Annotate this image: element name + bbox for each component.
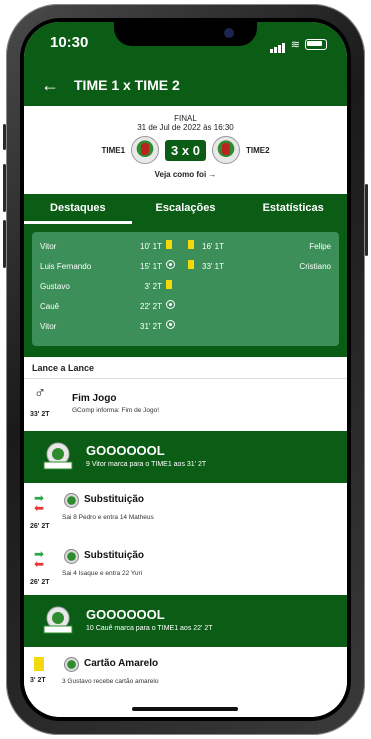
right-player: Felipe xyxy=(309,242,331,251)
left-time: 31' 2T xyxy=(140,322,162,331)
event-minute: 26' 2T xyxy=(30,523,50,530)
left-time: 10' 1T xyxy=(140,242,162,251)
team-badge-icon xyxy=(64,549,79,564)
away-team-badge xyxy=(211,136,240,164)
goal-title: GOOOOOOL xyxy=(86,607,165,622)
match-stage: FINAL xyxy=(174,114,197,123)
event-title: Cartão Amarelo xyxy=(84,658,159,669)
match-summary: FINAL 31 de Jul de 2022 às 16:30 TIME1 3… xyxy=(24,106,347,195)
app-bar: ← TIME 1 x TIME 2 xyxy=(24,64,347,106)
left-player: Luis Fernando xyxy=(40,262,92,271)
highlight-row: Cauê 22' 2T xyxy=(32,298,339,316)
volume-down-button xyxy=(3,220,6,268)
camera-icon xyxy=(224,28,234,38)
event-title: Substituição xyxy=(84,550,145,561)
tab-escalacoes[interactable]: Escalações xyxy=(132,194,240,224)
yellow-card-icon xyxy=(166,280,172,289)
goal-title: GOOOOOOL xyxy=(86,443,165,458)
right-player: Cristiano xyxy=(299,262,331,271)
event-minute: 33' 2T xyxy=(30,411,50,418)
volume-up-button xyxy=(3,164,6,212)
event-text: Sai 4 Isaque e entra 22 Yuri xyxy=(62,570,143,577)
substitution-icon: ➡ ⬅ xyxy=(34,547,45,571)
highlight-row: Gustavo 3' 2T xyxy=(32,278,339,296)
feed-item-goal[interactable]: GOOOOOOL 9 Vitor marca para o TIME1 aos … xyxy=(24,431,347,483)
feed-item-end[interactable]: ♂ 33' 2T Fim Jogo GComp informa: Fim de … xyxy=(24,379,347,432)
event-title: Substituição xyxy=(84,494,145,505)
home-team-badge xyxy=(131,136,160,164)
page-title: TIME 1 x TIME 2 xyxy=(74,77,180,93)
substitution-icon: ➡ ⬅ xyxy=(34,491,45,515)
right-time: 16' 1T xyxy=(202,242,224,251)
home-indicator[interactable] xyxy=(132,707,238,711)
yellow-card-icon xyxy=(188,240,194,249)
feed-header: Lance a Lance xyxy=(24,357,347,379)
highlights-card: Vitor 10' 1T 16' 1T Felipe Luis Fernando… xyxy=(32,232,339,346)
event-text: GComp informa: Fim de Jogo! xyxy=(72,407,160,414)
left-time: 22' 2T xyxy=(140,302,162,311)
home-team-name: TIME1 xyxy=(101,145,126,155)
app-screen: 10:30 ≋ ← TIME 1 x TIME 2 FINAL 31 de Ju… xyxy=(24,22,347,717)
away-team-name: TIME2 xyxy=(245,145,270,155)
battery-icon xyxy=(305,38,327,50)
feed-item-goal[interactable]: GOOOOOOL 10 Cauê marca para o TIME1 aos … xyxy=(24,595,347,647)
whistle-icon: ♂ xyxy=(34,385,46,402)
event-minute: 26' 2T xyxy=(30,579,50,586)
highlight-row: Luis Fernando 15' 1T 33' 1T Cristiano xyxy=(32,258,339,276)
wifi-icon: ≋ xyxy=(290,38,300,51)
highlight-row: Vitor 31' 2T xyxy=(32,318,339,336)
event-title: Fim Jogo xyxy=(72,393,117,404)
highlight-row: Vitor 10' 1T 16' 1T Felipe xyxy=(32,238,339,256)
yellow-card-icon xyxy=(188,260,194,269)
yellow-card-icon xyxy=(34,657,44,671)
left-player: Cauê xyxy=(40,302,60,311)
event-text: Sai 8 Pedro e entra 14 Matheus xyxy=(62,514,154,521)
back-arrow-icon[interactable]: ← xyxy=(30,75,70,96)
status-time: 10:30 xyxy=(50,34,89,51)
match-score: 3 x 0 xyxy=(165,139,206,161)
epipan-logo-icon xyxy=(43,606,73,634)
mute-switch xyxy=(3,124,6,150)
feed-item-sub[interactable]: ➡ ⬅ 26' 2T Substituição Sai 4 Isaque e en… xyxy=(24,539,347,596)
left-player: Gustavo xyxy=(40,282,70,291)
soccer-ball-icon xyxy=(166,320,175,329)
left-player: Vitor xyxy=(40,322,57,331)
team-badge-icon xyxy=(64,657,79,672)
match-date: 31 de Jul de 2022 às 16:30 xyxy=(137,123,234,132)
team-badge-icon xyxy=(64,493,79,508)
left-time: 3' 2T xyxy=(144,282,162,291)
tab-estatisticas[interactable]: Estatísticas xyxy=(239,194,347,224)
right-time: 33' 1T xyxy=(202,262,224,271)
tab-destaques[interactable]: Destaques xyxy=(24,194,132,224)
left-time: 15' 1T xyxy=(140,262,162,271)
soccer-ball-icon xyxy=(166,260,175,269)
see-how-it-went-link[interactable]: Veja como foi → xyxy=(24,170,347,179)
notch xyxy=(114,22,257,46)
feed-item-sub[interactable]: ➡ ⬅ 26' 2T Substituição Sai 8 Pedro e ent… xyxy=(24,483,347,540)
phone-frame: 10:30 ≋ ← TIME 1 x TIME 2 FINAL 31 de Ju… xyxy=(3,4,368,735)
event-minute: 3' 2T xyxy=(30,677,46,684)
event-text: 3 Gustavo recebe cartão amarelo xyxy=(62,678,159,685)
left-player: Vitor xyxy=(40,242,57,251)
soccer-ball-icon xyxy=(166,300,175,309)
yellow-card-icon xyxy=(166,240,172,249)
signal-icon xyxy=(269,35,286,53)
highlights-panel: Vitor 10' 1T 16' 1T Felipe Luis Fernando… xyxy=(24,224,347,357)
epipan-logo-icon xyxy=(43,442,73,470)
power-button xyxy=(365,184,368,256)
goal-text: 10 Cauê marca para o TIME1 aos 22' 2T xyxy=(86,625,213,632)
tab-bar: Destaques Escalações Estatísticas xyxy=(24,194,347,224)
goal-text: 9 Vitor marca para o TIME1 aos 31' 2T xyxy=(86,461,207,468)
